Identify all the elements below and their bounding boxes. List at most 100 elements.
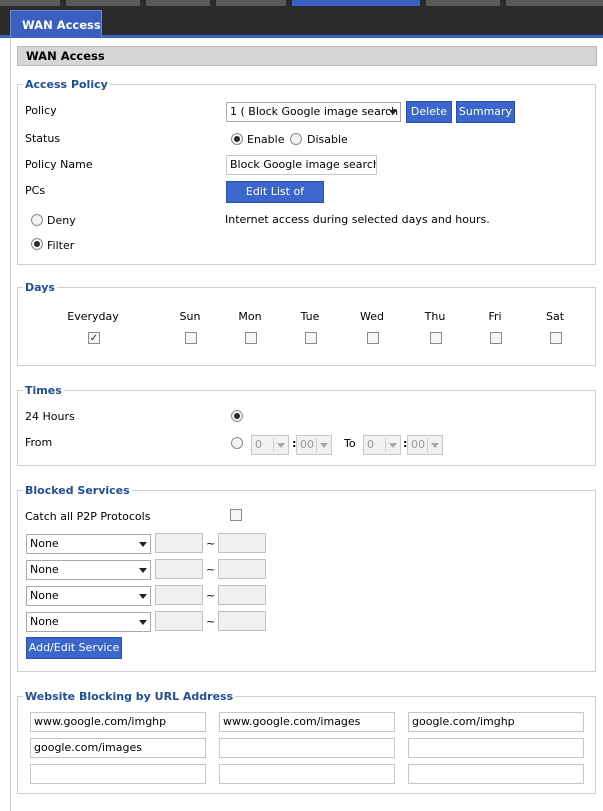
port-from-input[interactable] — [155, 533, 203, 553]
to-label: To — [344, 437, 356, 450]
chevron-down-icon — [139, 620, 147, 625]
mon-checkbox[interactable] — [245, 332, 257, 344]
main-panel: WAN Access Access Policy Policy 1 ( Bloc… — [10, 38, 603, 811]
from-radio[interactable] — [231, 437, 243, 449]
tab-ghost[interactable] — [0, 0, 60, 6]
tab-ghost-active[interactable] — [292, 0, 420, 6]
service-select[interactable]: None — [26, 612, 151, 632]
url-input[interactable] — [219, 764, 395, 784]
url-input[interactable]: www.google.com/imghp — [30, 712, 206, 732]
service-select[interactable]: None — [26, 560, 151, 580]
from-minute-value: 00 — [300, 438, 314, 451]
select-divider — [316, 438, 317, 452]
from-label: From — [25, 436, 53, 449]
p2p-checkbox[interactable] — [230, 509, 242, 521]
top-tab-bar: WAN Access — [0, 0, 603, 38]
select-divider — [427, 438, 428, 452]
day-label-tue: Tue — [300, 310, 320, 323]
chevron-down-icon — [139, 568, 147, 573]
range-separator: ~ — [206, 537, 216, 550]
tab-wan-access[interactable]: WAN Access — [10, 10, 102, 38]
policy-select[interactable]: 1 ( Block Google image search ) — [226, 102, 401, 122]
thu-checkbox[interactable] — [430, 332, 442, 344]
day-label-mon: Mon — [238, 310, 262, 323]
chevron-down-icon — [389, 443, 397, 448]
day-label-everyday: Everyday — [67, 310, 119, 323]
day-label-fri: Fri — [488, 310, 502, 323]
service-select[interactable]: None — [26, 534, 151, 554]
day-label-wed: Wed — [360, 310, 384, 323]
fri-checkbox[interactable] — [490, 332, 502, 344]
to-minute-value: 00 — [411, 438, 425, 451]
disable-radio[interactable] — [290, 133, 302, 145]
select-divider — [273, 438, 274, 452]
tab-ghost[interactable] — [506, 0, 603, 6]
summary-button[interactable]: Summary — [456, 101, 515, 123]
pcs-label: PCs — [25, 184, 46, 197]
port-to-input[interactable] — [218, 611, 266, 631]
url-input[interactable] — [30, 764, 206, 784]
url-blocking-legend: Website Blocking by URL Address — [25, 690, 234, 703]
hours24-radio[interactable] — [231, 410, 243, 422]
everyday-checkbox[interactable] — [88, 332, 100, 344]
port-to-input[interactable] — [218, 559, 266, 579]
to-minute-select[interactable]: 00 — [407, 435, 443, 455]
page-title: WAN Access — [17, 46, 597, 66]
enable-radio[interactable] — [231, 133, 243, 145]
service-select-value: None — [30, 589, 59, 602]
from-hour-select[interactable]: 0 — [251, 435, 289, 455]
filter-radio[interactable] — [31, 238, 43, 250]
url-input[interactable]: google.com/images — [30, 738, 206, 758]
add-edit-service-button[interactable]: Add/Edit Service — [26, 637, 122, 659]
range-separator: ~ — [206, 615, 216, 628]
tue-checkbox[interactable] — [305, 332, 317, 344]
day-label-thu: Thu — [424, 310, 446, 323]
range-separator: ~ — [206, 589, 216, 602]
to-hour-value: 0 — [367, 438, 374, 451]
port-to-input[interactable] — [218, 585, 266, 605]
url-input[interactable] — [408, 738, 584, 758]
blocked-services-legend: Blocked Services — [25, 484, 130, 497]
deny-label: Deny — [47, 214, 76, 227]
tab-ghost[interactable] — [66, 0, 140, 6]
tab-ghost[interactable] — [426, 0, 500, 6]
url-input[interactable]: google.com/imghp — [408, 712, 584, 732]
enable-label: Enable — [247, 133, 285, 146]
service-select-value: None — [30, 615, 59, 628]
status-label: Status — [25, 132, 61, 145]
port-from-input[interactable] — [155, 611, 203, 631]
url-input[interactable]: www.google.com/images — [219, 712, 395, 732]
sun-checkbox[interactable] — [185, 332, 197, 344]
wed-checkbox[interactable] — [367, 332, 379, 344]
day-label-sun: Sun — [179, 310, 201, 323]
day-label-sat: Sat — [545, 310, 565, 323]
filter-label: Filter — [47, 239, 75, 252]
chevron-down-icon — [389, 110, 397, 115]
tab-ghost[interactable] — [146, 0, 210, 6]
p2p-label: Catch all P2P Protocols — [25, 510, 151, 523]
port-to-input[interactable] — [218, 533, 266, 553]
chevron-down-icon — [139, 542, 147, 547]
policy-label: Policy — [25, 104, 57, 117]
service-select[interactable]: None — [26, 586, 151, 606]
edit-clients-button[interactable]: Edit List of clients — [226, 181, 324, 218]
chevron-down-icon — [277, 443, 285, 448]
from-minute-select[interactable]: 00 — [296, 435, 332, 455]
service-select-value: None — [30, 563, 59, 576]
delete-button[interactable]: Delete — [406, 101, 452, 123]
chevron-down-icon — [320, 443, 328, 448]
port-from-input[interactable] — [155, 559, 203, 579]
policy-name-input[interactable]: Block Google image search — [226, 155, 377, 175]
policy-name-label: Policy Name — [25, 158, 93, 171]
port-from-input[interactable] — [155, 585, 203, 605]
sat-checkbox[interactable] — [550, 332, 562, 344]
deny-radio[interactable] — [31, 214, 43, 226]
to-hour-select[interactable]: 0 — [363, 435, 401, 455]
range-separator: ~ — [206, 563, 216, 576]
url-input[interactable] — [219, 738, 395, 758]
disable-label: Disable — [307, 133, 348, 146]
from-hour-value: 0 — [255, 438, 262, 451]
tab-ghost[interactable] — [216, 0, 286, 6]
url-input[interactable] — [408, 764, 584, 784]
hours24-label: 24 Hours — [25, 410, 75, 423]
